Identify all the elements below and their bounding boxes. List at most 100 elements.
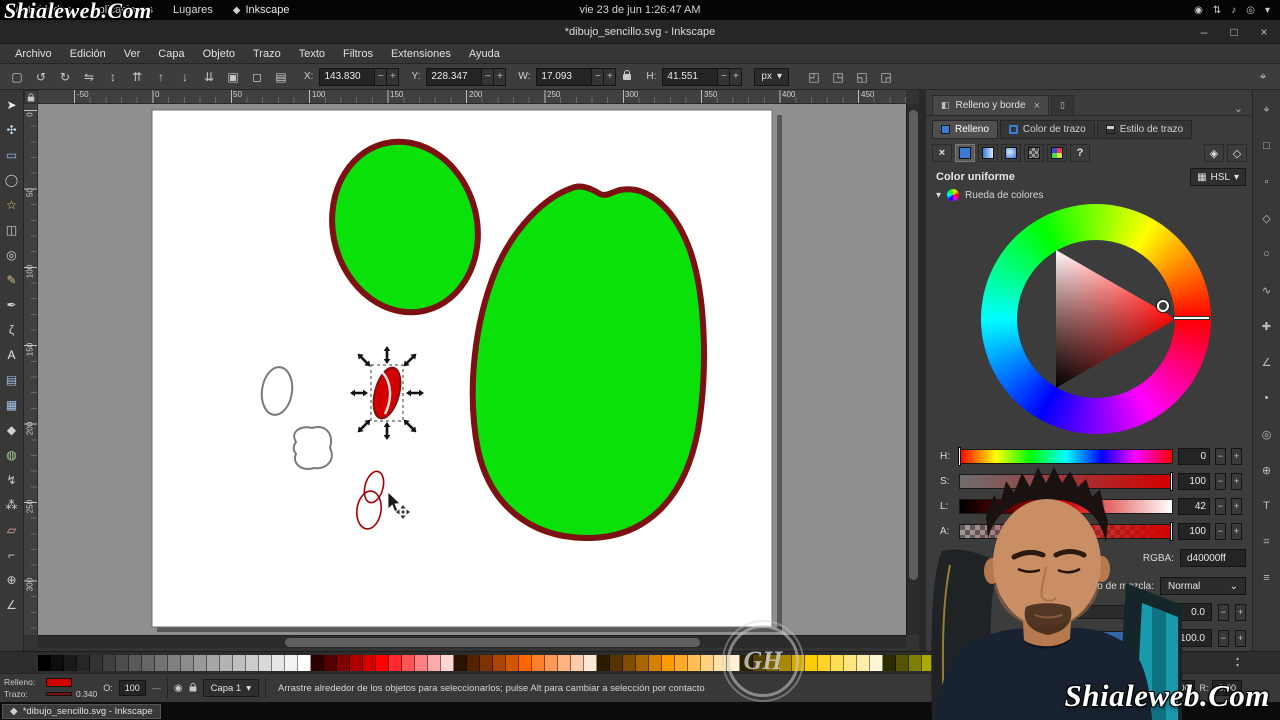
eraser-tool[interactable]: ▱ [1,517,23,542]
palette-swatch-40[interactable] [558,654,571,671]
object-opacity-spinbox[interactable]: 100 [118,680,146,696]
palette-swatch-13[interactable] [207,654,220,671]
palette-swatch-16[interactable] [246,654,259,671]
opacity-slider-handle[interactable]: — [152,683,161,693]
menu-ver[interactable]: Ver [115,44,150,64]
transform-stroke-icon[interactable]: ◰ [803,67,825,87]
palette-swatch-79[interactable] [1065,654,1078,671]
palette-swatch-47[interactable] [649,654,662,671]
palette-swatch-6[interactable] [116,654,129,671]
x-field-value[interactable]: 143.830 [319,67,376,86]
saturation-value[interactable]: 100 [1178,472,1210,490]
palette-swatch-77[interactable] [1039,654,1052,671]
palette-swatch-24[interactable] [350,654,363,671]
palette-swatch-68[interactable] [922,654,935,671]
palette-swatch-30[interactable] [428,654,441,671]
lock-ratio-toggle[interactable] [623,70,632,83]
palette-swatch-41[interactable] [571,654,584,671]
ellipse-tool[interactable]: ◯ [1,167,23,192]
pen-tool[interactable]: ✒ [1,292,23,317]
blur-value[interactable]: 0.0 [1172,603,1212,621]
connector-tool[interactable]: ⌐ [1,542,23,567]
maximize-button[interactable]: □ [1226,25,1242,39]
system-tray[interactable]: ◉ ⇅ ♪ ◎ ▾ [1194,5,1280,16]
alpha-increment[interactable]: + [1231,522,1242,540]
input-arrows-icon[interactable]: ⇅ [1213,5,1221,16]
snap-text-icon[interactable]: T [1257,496,1277,516]
saturation-decrement[interactable]: − [1215,472,1226,490]
palette-swatch-3[interactable] [77,654,90,671]
blur-decrement[interactable]: − [1218,603,1229,621]
menu-filtros[interactable]: Filtros [334,44,382,64]
palette-swatch-80[interactable] [1078,654,1091,671]
palette-swatch-34[interactable] [480,654,493,671]
spiral-tool[interactable]: ◎ [1,242,23,267]
palette-swatch-19[interactable] [285,654,298,671]
palette-swatch-15[interactable] [233,654,246,671]
palette-swatch-63[interactable] [857,654,870,671]
opacity-value[interactable]: 100.0 [1168,629,1212,647]
palette-swatch-66[interactable] [896,654,909,671]
palette-swatch-39[interactable] [545,654,558,671]
blend-mode-dropdown[interactable]: Normal ⌄ [1160,577,1246,595]
w-increment[interactable]: + [604,67,617,86]
tab-stroke-style[interactable]: Estilo de trazo [1096,120,1193,139]
x-decrement[interactable]: − [375,67,388,86]
group-icon[interactable]: ▣ [222,67,244,87]
snap-path-icon[interactable]: ∿ [1257,280,1277,300]
dialog-tab-document[interactable]: ▯ [1051,95,1074,115]
h-increment[interactable]: + [730,67,743,86]
palette-swatch-11[interactable] [181,654,194,671]
snap-guides-icon[interactable]: ≡ [1257,568,1277,588]
palette-swatch-12[interactable] [194,654,207,671]
calligraphy-tool[interactable]: ζ [1,317,23,342]
palette-swatch-25[interactable] [363,654,376,671]
rectangle-tool[interactable]: ▭ [1,142,23,167]
palette-swatch-50[interactable] [688,654,701,671]
select-all-icon[interactable]: ▢ [6,67,28,87]
x-field[interactable]: 143.830 − + [319,67,400,86]
palette-scroll-up-icon[interactable]: ▴ [1236,656,1239,663]
y-field-value[interactable]: 228.347 [426,67,483,86]
hue-ring-marker[interactable] [1173,316,1210,320]
menu-objeto[interactable]: Objeto [194,44,244,64]
dropper-tool[interactable]: ◆ [1,417,23,442]
snap-toggle-icon[interactable]: ⌖ [1252,67,1274,87]
hue-slider-marker[interactable] [958,446,961,466]
tab-stroke-color[interactable]: Color de trazo [999,120,1095,139]
lower-icon[interactable]: ↓ [174,67,196,87]
h-decrement[interactable]: − [718,67,731,86]
measure-tool[interactable]: ∠ [1,592,23,617]
hue-increment[interactable]: + [1231,447,1242,465]
raise-icon[interactable]: ↑ [150,67,172,87]
palette-swatch-33[interactable] [467,654,480,671]
snap-nodes-icon[interactable]: ○ [1257,244,1277,264]
horizontal-scrollbar-thumb[interactable] [285,638,700,647]
palette-swatch-28[interactable] [402,654,415,671]
hue-slider[interactable] [958,446,1173,466]
align-icon[interactable]: ▤ [270,67,292,87]
volume-icon[interactable]: ♪ [1231,5,1236,16]
palette-swatch-76[interactable] [1026,654,1039,671]
palette-swatch-42[interactable] [584,654,597,671]
fill-pattern-button[interactable] [1024,144,1044,162]
opacity-increment[interactable]: + [1235,629,1246,647]
blur-slider[interactable] [1074,605,1166,619]
snap-bbox-icon[interactable]: □ [1257,136,1277,156]
saturation-slider[interactable] [959,471,1173,491]
flip-vertical-icon[interactable]: ↕ [102,67,124,87]
fill-linear-gradient-button[interactable] [978,144,998,162]
menu-texto[interactable]: Texto [290,44,334,64]
fill-radial-gradient-button[interactable] [1001,144,1021,162]
tab-fill[interactable]: Relleno [932,120,998,139]
power-icon[interactable]: ◎ [1246,5,1255,16]
lightness-slider-marker[interactable] [1047,496,1051,516]
snap-bbox-edge-icon[interactable]: ▫ [1257,172,1277,192]
snap-bbox-corner-icon[interactable]: ◇ [1257,208,1277,228]
fill-rule-evenodd-icon[interactable]: ◇ [1227,144,1247,162]
blur-increment[interactable]: + [1235,603,1246,621]
palette-swatch-43[interactable] [597,654,610,671]
palette-swatch-82[interactable] [1104,654,1117,671]
dialog-tab-fill-stroke[interactable]: ◧ Relleno y borde × [932,95,1049,115]
wheel-disclosure[interactable]: ▾ Rueda de colores [936,189,1043,201]
